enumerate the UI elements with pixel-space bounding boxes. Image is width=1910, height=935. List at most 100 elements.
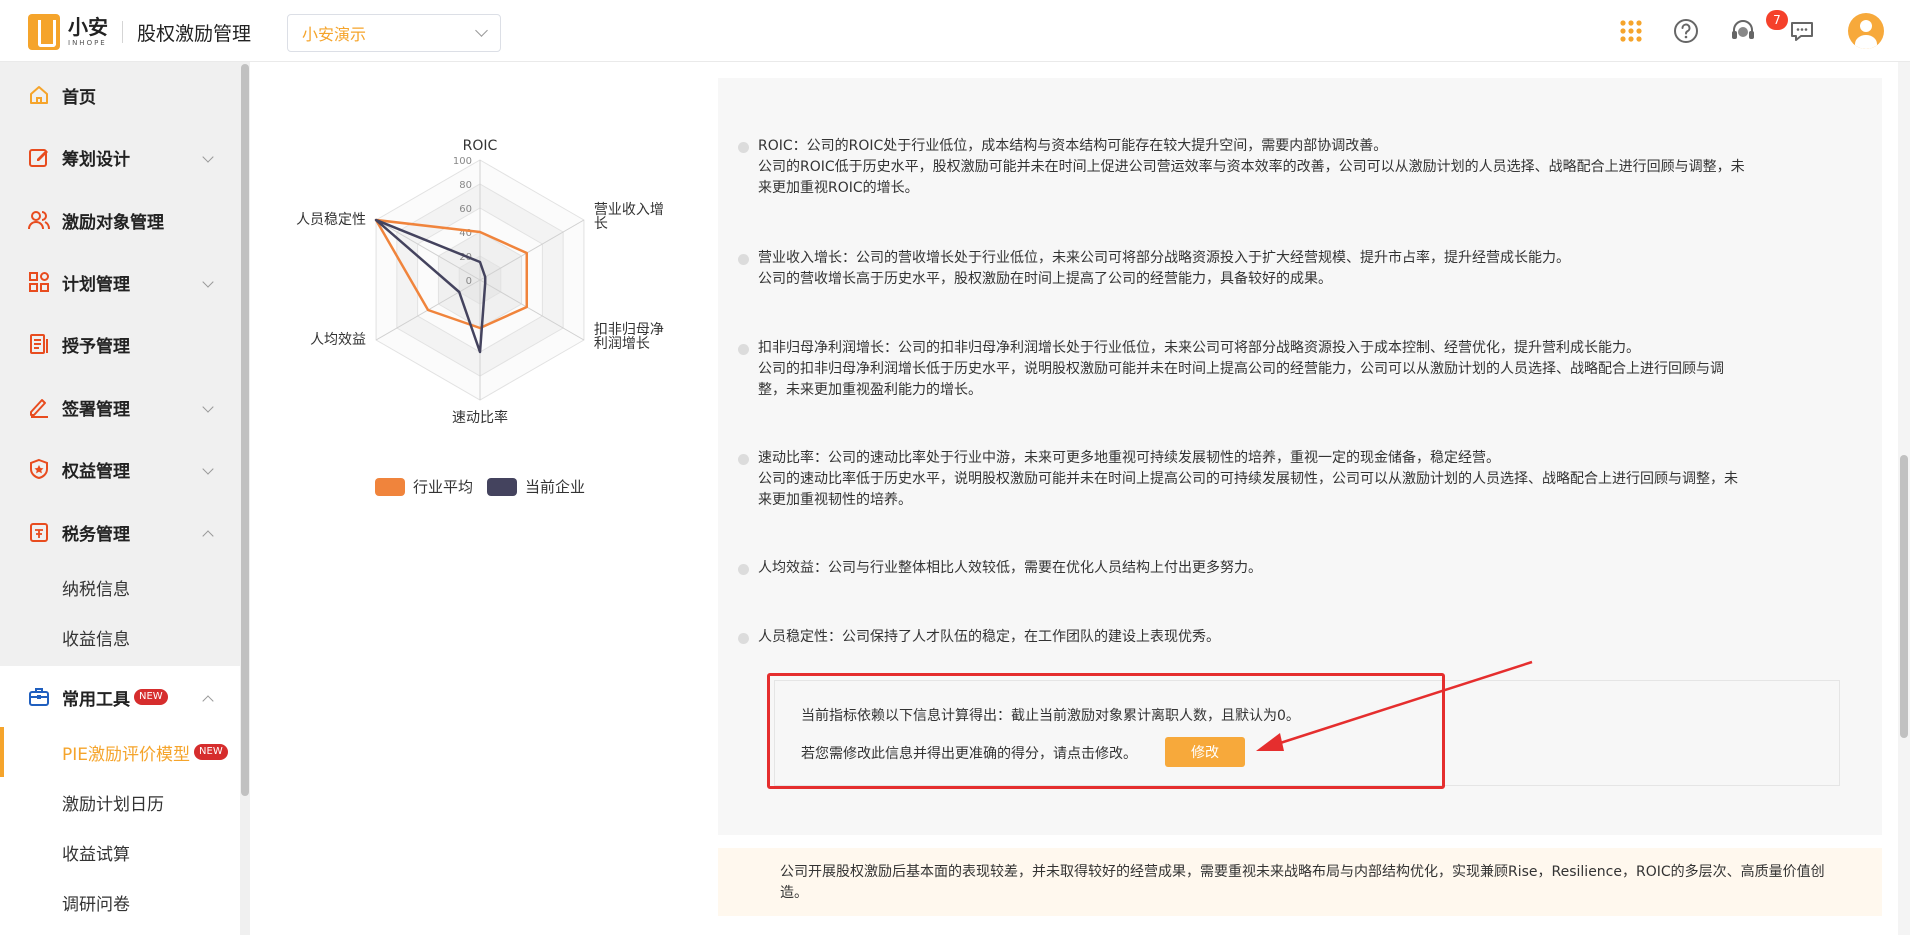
radar-indicator-label: 人员稳定性 xyxy=(296,212,366,228)
radar-chart: 100806040200ROIC营业收入增长扣非归母净利润增长速动比率人均效益人… xyxy=(296,138,664,426)
edit-icon xyxy=(29,149,48,167)
analysis-line: 公司的ROIC低于历史水平，股权激励可能并未在时间上促进公司营运效率与资本效率的… xyxy=(758,159,1745,175)
analysis-line: 营业收入增长：公司的营收增长处于行业低位，未来公司可将部分战略资源投入于扩大经营… xyxy=(758,250,1570,266)
home-icon xyxy=(30,86,48,104)
shield-icon xyxy=(30,458,48,480)
analysis-item-quick-ratio: 速动比率：公司的速动比率处于行业中游，未来可更多地重视可持续发展韧性的培养，重视… xyxy=(738,448,1848,511)
analysis-item-revenue: 营业收入增长：公司的营收增长处于行业低位，未来公司可将部分战略资源投入于扩大经营… xyxy=(738,248,1848,290)
top-header: 小安 INHOPE 股权激励管理 小安演示 7 xyxy=(0,0,1910,62)
logo-divider xyxy=(122,21,123,43)
tax-icon xyxy=(30,523,48,542)
sidebar-item-label: 首页 xyxy=(62,87,96,108)
analysis-item-per-capita: 人均效益：公司与行业整体相比人效较低，需要在优化人员结构上付出更多努力。 xyxy=(738,558,1848,579)
chevron-up-icon xyxy=(202,530,214,542)
message-icon[interactable] xyxy=(1789,18,1815,44)
sidebar-subitem-label: 调研问卷 xyxy=(62,894,130,915)
sidebar-subitem-income-info[interactable]: 收益信息 xyxy=(0,612,240,662)
analysis-line: 速动比率：公司的速动比率处于行业中游，未来可更多地重视可持续发展韧性的培养，重视… xyxy=(758,450,1500,466)
radar-indicator-label: 人均效益 xyxy=(310,332,366,348)
analysis-line: ROIC：公司的ROIC处于行业低位，成本结构与资本结构可能存在较大提升空间，需… xyxy=(758,138,1388,154)
sidebar-item-grants[interactable]: 授予管理 xyxy=(0,319,240,369)
bullet-dot xyxy=(738,633,749,644)
sidebar-item-label: 权益管理 xyxy=(62,461,130,482)
sidebar-item-home[interactable]: 首页 xyxy=(0,70,240,120)
user-avatar-icon[interactable] xyxy=(1848,13,1884,49)
sidebar-subitem-survey[interactable]: 调研问卷 xyxy=(0,877,240,927)
sidebar-item-label: 签署管理 xyxy=(62,399,130,420)
annotation-arrow-icon xyxy=(1256,660,1533,751)
help-icon[interactable] xyxy=(1673,18,1699,44)
sidebar-item-equity[interactable]: 权益管理 xyxy=(0,444,240,494)
radar-tick-label: 100 xyxy=(453,156,472,167)
sidebar-subitem-tax-info[interactable]: 纳税信息 xyxy=(0,562,240,612)
sidebar-subitem-pie-model[interactable]: PIE激励评价模型 NEW xyxy=(0,727,240,777)
chevron-down-icon xyxy=(202,276,214,288)
sidebar-item-label: 税务管理 xyxy=(62,524,130,545)
chevron-up-icon xyxy=(202,695,214,707)
sidebar-subitem-label: 收益试算 xyxy=(62,844,130,865)
logo-text: 小安 INHOPE xyxy=(68,17,108,47)
sidebar-subitem-label: 激励计划日历 xyxy=(62,794,164,815)
radar-indicator-label: 扣非归母净利润增长 xyxy=(594,321,664,352)
sidebar-item-label: 激励对象管理 xyxy=(62,212,164,233)
analysis-line: 来更加重视韧性的培养。 xyxy=(758,492,912,508)
analysis-line: 人员稳定性：公司保持了人才队伍的稳定，在工作团队的建设上表现优秀。 xyxy=(758,629,1220,645)
legend-swatch-industry[interactable] xyxy=(375,477,405,496)
analysis-line: 整，未来更加重视盈利能力的增长。 xyxy=(758,382,982,398)
logo-icon xyxy=(28,14,60,50)
chevron-down-icon xyxy=(202,151,214,163)
sidebar-subitem-label: 纳税信息 xyxy=(62,579,130,600)
sidebar-item-tools[interactable]: 常用工具 NEW xyxy=(0,672,240,722)
sidebar-subitem-income-calc[interactable]: 收益试算 xyxy=(0,827,240,877)
analysis-item-roic: ROIC：公司的ROIC处于行业低位，成本结构与资本结构可能存在较大提升空间，需… xyxy=(738,136,1848,199)
app-title: 股权激励管理 xyxy=(137,22,252,45)
analysis-line: 来更加重视ROIC的增长。 xyxy=(758,180,919,196)
sidebar-scroll-thumb[interactable] xyxy=(241,64,249,796)
summary-text: 公司开展股权激励后基本面的表现较差，并未取得较好的经营成果，需要重视未来战略布局… xyxy=(780,864,1825,901)
radar-tick-label: 80 xyxy=(459,180,472,191)
sidebar-item-tax[interactable]: 税务管理 xyxy=(0,507,240,557)
sidebar-item-label: 授予管理 xyxy=(62,336,130,357)
sidebar-subitem-calendar[interactable]: 激励计划日历 xyxy=(0,777,240,827)
sidebar-item-label: 计划管理 xyxy=(62,274,130,295)
legend-label-industry[interactable]: 行业平均 xyxy=(413,476,473,497)
legend-swatch-company[interactable] xyxy=(487,477,518,496)
bullet-dot xyxy=(738,142,749,153)
sign-icon xyxy=(30,399,48,418)
sidebar: 首页 筹划设计 激励对象管理 计划管理 授予管理 签署管理 权益管理 税务管理 … xyxy=(0,62,240,935)
radar-tick-label: 0 xyxy=(466,276,472,287)
bullet-dot xyxy=(738,564,749,575)
brand[interactable]: 小安 INHOPE 股权激励管理 xyxy=(28,14,251,50)
main-scroll-thumb[interactable] xyxy=(1900,455,1908,738)
bullet-dot xyxy=(738,454,749,465)
radar-tick-label: 60 xyxy=(459,204,472,215)
sidebar-item-signing[interactable]: 签署管理 xyxy=(0,382,240,432)
sidebar-item-planning[interactable]: 筹划设计 xyxy=(0,132,240,182)
bullet-dot xyxy=(738,344,749,355)
sidebar-item-label: 筹划设计 xyxy=(62,149,130,170)
chart-legend: 行业平均 当前企业 xyxy=(375,476,585,497)
apps-grid-icon[interactable] xyxy=(1618,18,1644,44)
sidebar-item-plans[interactable]: 计划管理 xyxy=(0,257,240,307)
apps-icon xyxy=(29,272,49,292)
sidebar-item-recipients[interactable]: 激励对象管理 xyxy=(0,195,240,245)
active-indicator xyxy=(0,727,4,777)
sidebar-item-label: 常用工具 xyxy=(62,689,130,710)
message-count-badge: 7 xyxy=(1766,10,1788,30)
sidebar-subitem-label: 收益信息 xyxy=(62,629,130,650)
logo-cn: 小安 xyxy=(68,15,108,39)
customer-service-icon[interactable] xyxy=(1730,18,1756,44)
document-icon xyxy=(30,334,48,354)
analysis-line: 公司的扣非归母净利润增长低于历史水平，说明股权激励可能并未在时间上提高公司的经营… xyxy=(758,361,1724,377)
bullet-dot xyxy=(738,254,749,265)
analysis-line: 公司的速动比率低于历史水平，说明股权激励可能并未在时间上提高公司的可持续发展韧性… xyxy=(758,471,1738,487)
toolbox-icon xyxy=(29,688,49,706)
new-badge: NEW xyxy=(194,744,228,760)
analysis-line: 人均效益：公司与行业整体相比人效较低，需要在优化人员结构上付出更多努力。 xyxy=(758,560,1262,576)
legend-label-company[interactable]: 当前企业 xyxy=(525,476,585,497)
company-select[interactable]: 小安演示 xyxy=(287,14,501,52)
sidebar-subitem-label: PIE激励评价模型 xyxy=(62,744,191,765)
analysis-line: 公司的营收增长高于历史水平，股权激励在时间上提高了公司的经营能力，具备较好的成果… xyxy=(758,271,1332,287)
chevron-down-icon xyxy=(202,463,214,475)
radar-indicator-label: 速动比率 xyxy=(452,409,508,426)
